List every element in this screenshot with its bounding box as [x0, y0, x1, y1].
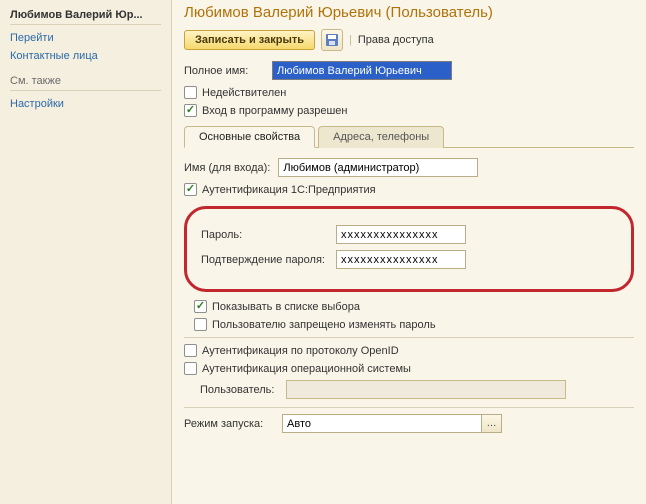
confirm-password-input[interactable]	[336, 250, 466, 269]
launch-mode-combo[interactable]	[282, 414, 482, 433]
openid-checkbox[interactable]	[184, 344, 197, 357]
sidebar-link-goto[interactable]: Перейти	[10, 29, 161, 47]
access-rights-link[interactable]: Права доступа	[358, 34, 434, 46]
openid-label: Аутентификация по протоколу OpenID	[202, 345, 399, 357]
password-label: Пароль:	[201, 229, 336, 241]
invalid-checkbox[interactable]	[184, 86, 197, 99]
auth-1c-checkbox[interactable]	[184, 183, 197, 196]
save-icon-button[interactable]	[321, 29, 343, 51]
os-auth-label: Аутентификация операционной системы	[202, 363, 411, 375]
sidebar-title: Любимов Валерий Юр...	[10, 6, 161, 25]
username-input[interactable]	[278, 158, 478, 177]
floppy-icon	[325, 33, 339, 47]
login-allowed-checkbox[interactable]	[184, 104, 197, 117]
cannot-change-pw-label: Пользователю запрещено изменять пароль	[212, 319, 436, 331]
page-title: Любимов Валерий Юрьевич (Пользователь)	[184, 4, 634, 21]
tab-addresses[interactable]: Адреса, телефоны	[318, 126, 444, 148]
launch-mode-dropdown-button[interactable]: …	[482, 414, 502, 433]
save-close-button[interactable]: Записать и закрыть	[184, 30, 315, 50]
password-input[interactable]	[336, 225, 466, 244]
toolbar: Записать и закрыть | Права доступа	[184, 29, 634, 51]
os-user-label: Пользователь:	[200, 384, 278, 396]
ellipsis-icon: …	[487, 418, 497, 429]
cannot-change-pw-checkbox[interactable]	[194, 318, 207, 331]
fullname-input[interactable]: Любимов Валерий Юрьевич	[272, 61, 452, 80]
sidebar-section-seealso: См. также	[10, 65, 161, 91]
show-in-list-checkbox[interactable]	[194, 300, 207, 313]
launch-mode-label: Режим запуска:	[184, 418, 274, 430]
auth-1c-label: Аутентификация 1С:Предприятия	[202, 184, 376, 196]
os-user-input	[286, 380, 566, 399]
invalid-label: Недействителен	[202, 87, 286, 99]
os-auth-checkbox[interactable]	[184, 362, 197, 375]
show-in-list-label: Показывать в списке выбора	[212, 301, 360, 313]
tabs: Основные свойства Адреса, телефоны	[184, 125, 634, 148]
sidebar-link-contacts[interactable]: Контактные лица	[10, 47, 161, 65]
tab-main[interactable]: Основные свойства	[184, 126, 315, 148]
main-panel: Любимов Валерий Юрьевич (Пользователь) З…	[172, 0, 646, 504]
fullname-label: Полное имя:	[184, 65, 264, 77]
password-highlight-area: Пароль: Подтверждение пароля:	[184, 206, 634, 292]
username-label: Имя (для входа):	[184, 162, 270, 174]
login-allowed-label: Вход в программу разрешен	[202, 105, 348, 117]
sidebar: Любимов Валерий Юр... Перейти Контактные…	[0, 0, 172, 504]
sidebar-link-settings[interactable]: Настройки	[10, 95, 161, 113]
confirm-password-label: Подтверждение пароля:	[201, 254, 336, 266]
